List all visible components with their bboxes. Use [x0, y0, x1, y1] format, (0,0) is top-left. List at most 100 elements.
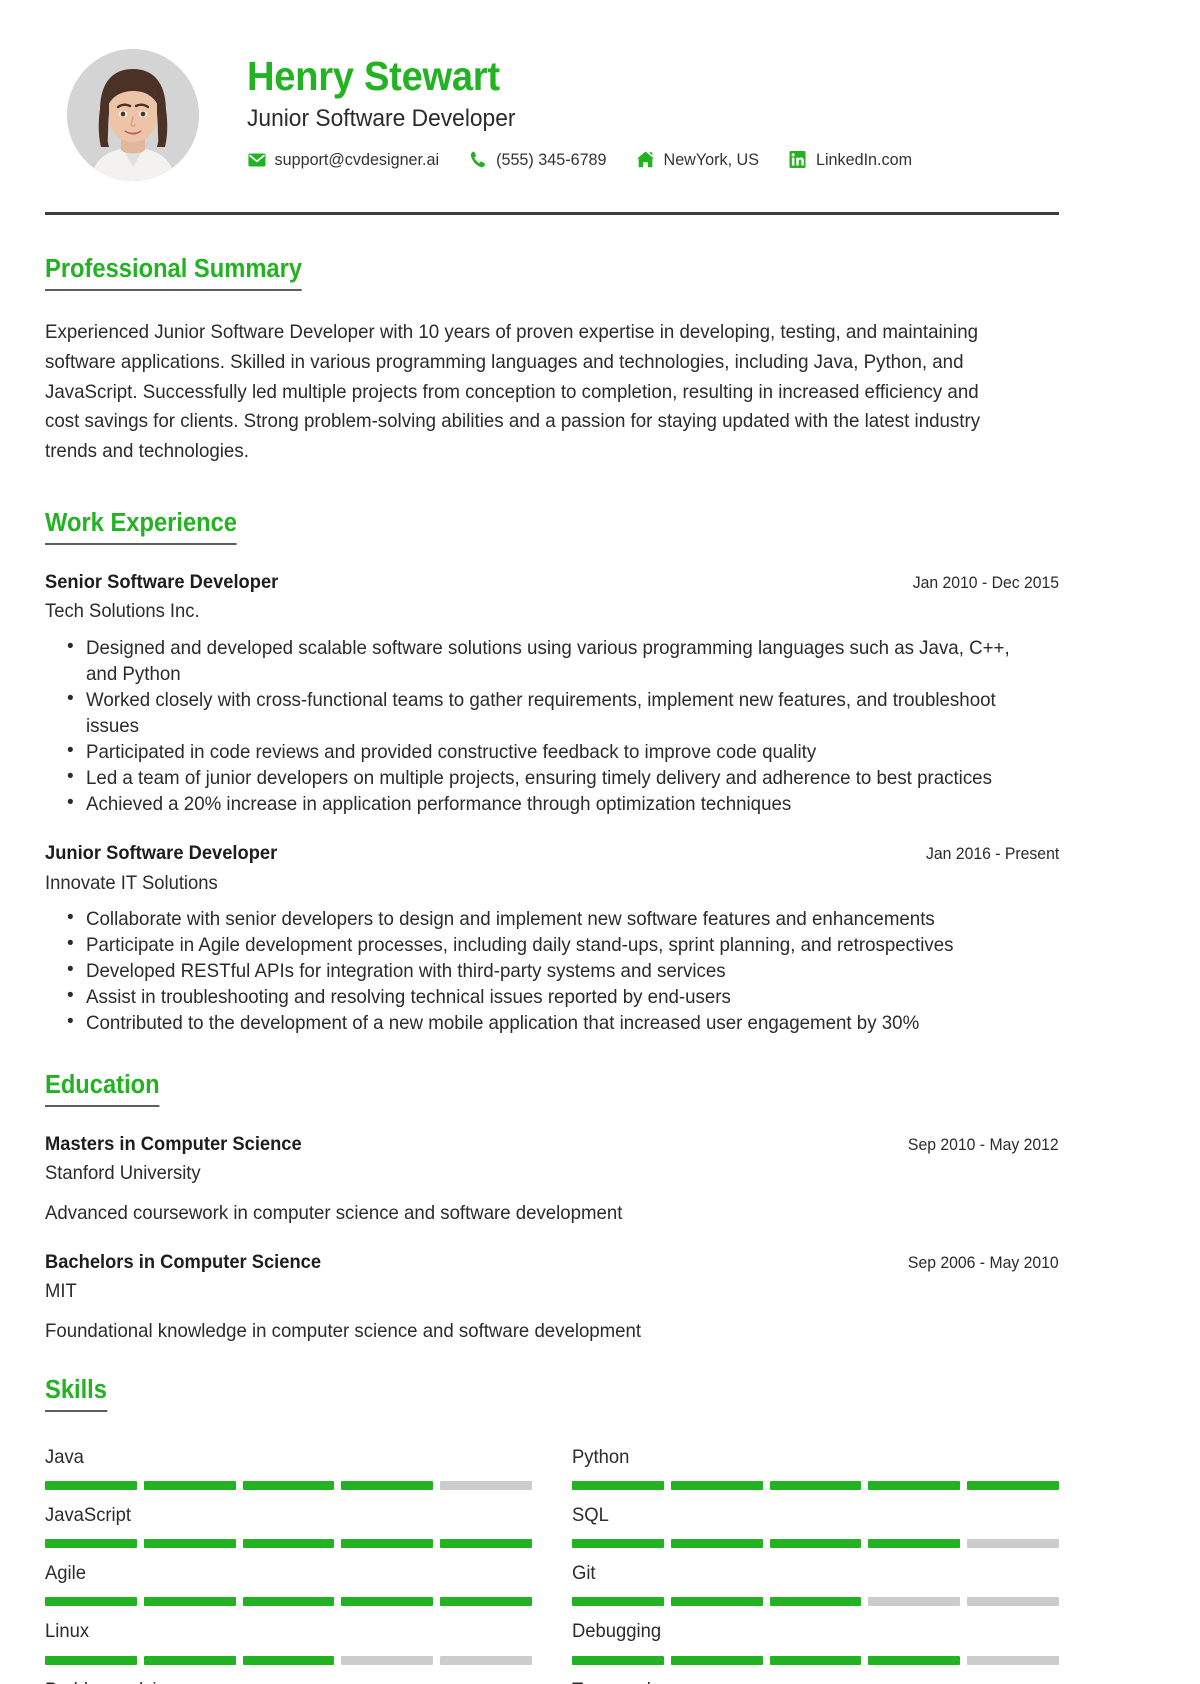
work-entry: Senior Software Developer Jan 2010 - Dec… — [45, 570, 1060, 817]
work-company: Innovate IT Solutions — [45, 871, 218, 894]
list-item: Developed RESTful APIs for integration w… — [67, 957, 1060, 984]
bullet-text: Worked closely with cross-functional tea… — [86, 688, 996, 737]
skill-name: JavaScript — [45, 1503, 132, 1526]
contact-phone[interactable]: (555) 345-6789 — [469, 150, 607, 169]
skill-level-segment — [967, 1480, 1059, 1490]
education-description: Advanced coursework in computer science … — [45, 1201, 623, 1224]
work-position: Senior Software Developer — [45, 570, 279, 593]
contact-email[interactable]: support@cvdesigner.ai — [247, 150, 439, 169]
education-degree: Bachelors in Computer Science — [45, 1250, 322, 1273]
bullet-text: Collaborate with senior developers to de… — [86, 907, 935, 930]
contact-email-text: support@cvdesigner.ai — [274, 150, 440, 170]
bullet-text: Achieved a 20% increase in application p… — [86, 793, 792, 816]
skill-level-segment — [868, 1539, 961, 1549]
skill-level-segment — [440, 1597, 532, 1607]
work-position: Junior Software Developer — [45, 842, 278, 865]
skill-level-segment — [769, 1597, 862, 1607]
skill-level-segment — [572, 1655, 664, 1665]
contact-linkedin-text: LinkedIn.com — [815, 150, 913, 170]
skill-level-segment — [341, 1539, 434, 1549]
skill-level-segment — [341, 1480, 434, 1490]
skill-level-segment — [45, 1655, 137, 1665]
skill-level-segment — [440, 1539, 532, 1549]
skill-level-bar — [45, 1597, 532, 1607]
skill-name: Debugging — [572, 1620, 662, 1643]
home-icon — [636, 150, 655, 169]
skill-level-bar — [572, 1597, 1059, 1607]
contact-linkedin[interactable]: LinkedIn.com — [788, 150, 912, 169]
skill-level-segment — [440, 1480, 532, 1490]
skill-name: Teamwork — [572, 1679, 1035, 1684]
section-education: Education Masters in Computer Science Se… — [45, 1072, 1060, 1343]
skill-item: Debugging — [572, 1606, 1059, 1665]
education-date: Sep 2010 - May 2012 — [908, 1135, 1059, 1155]
skill-level-segment — [341, 1597, 434, 1607]
skill-name: SQL — [572, 1503, 609, 1526]
skill-item: Problem-solving — [45, 1665, 532, 1684]
work-date: Jan 2016 - Present — [925, 844, 1059, 864]
work-bullets: Designed and developed scalable software… — [45, 634, 1060, 818]
skill-level-segment — [242, 1539, 335, 1549]
skill-level-bar — [572, 1539, 1059, 1549]
bullet-text: Assist in troubleshooting and resolving … — [86, 986, 731, 1009]
skill-name: Linux — [45, 1620, 90, 1643]
skill-item: Python — [572, 1432, 1059, 1490]
work-bullets: Collaborate with senior developers to de… — [45, 905, 1060, 1036]
email-icon — [247, 150, 266, 169]
skill-level-segment — [341, 1655, 434, 1665]
education-date: Sep 2006 - May 2010 — [908, 1252, 1059, 1272]
resume-page: Henry Stewart Junior Software Developer … — [0, 0, 1200, 1684]
skill-item: Agile — [45, 1548, 532, 1607]
skill-level-segment — [670, 1480, 763, 1490]
skill-level-segment — [45, 1597, 137, 1607]
skill-level-segment — [868, 1597, 961, 1607]
education-school: MIT — [45, 1280, 77, 1303]
skill-level-segment — [572, 1597, 664, 1607]
work-entry-head: Junior Software Developer Jan 2016 - Pre… — [45, 841, 1059, 865]
education-degree: Masters in Computer Science — [45, 1133, 302, 1156]
skill-level-segment — [143, 1655, 236, 1665]
bullet-text: Contributed to the development of a new … — [86, 1012, 920, 1035]
skill-level-segment — [45, 1480, 137, 1490]
section-title-summary: Professional Summary — [45, 256, 303, 291]
linkedin-icon — [788, 150, 807, 169]
bullet-text: Participate in Agile development process… — [86, 933, 954, 956]
avatar-photo — [67, 49, 199, 181]
education-entry: Masters in Computer Science Sep 2010 - M… — [45, 1132, 1060, 1226]
list-item: Participate in Agile development process… — [67, 931, 1060, 958]
section-title-work: Work Experience — [45, 510, 238, 545]
list-item: Led a team of junior developers on multi… — [67, 764, 1060, 791]
skill-item: Java — [45, 1432, 532, 1490]
skill-level-segment — [572, 1539, 664, 1549]
contact-location[interactable]: NewYork, US — [636, 150, 759, 169]
skill-level-segment — [868, 1480, 961, 1490]
bullet-text: Led a team of junior developers on multi… — [86, 767, 992, 789]
skill-level-segment — [769, 1480, 862, 1490]
education-entry-head: Bachelors in Computer Science Sep 2006 -… — [45, 1250, 1059, 1274]
skill-name: Java — [45, 1445, 84, 1468]
work-entry: Junior Software Developer Jan 2016 - Pre… — [45, 841, 1060, 1036]
skill-level-segment — [967, 1655, 1059, 1665]
skill-level-segment — [242, 1597, 335, 1607]
skill-level-segment — [967, 1597, 1059, 1607]
skill-level-segment — [670, 1597, 763, 1607]
skills-grid: Java Python JavaScript SQL Agile Git Linux Debu… — [45, 1432, 1059, 1684]
section-title-skills: Skills — [45, 1376, 107, 1412]
skill-item: JavaScript — [45, 1490, 532, 1549]
skill-level-bar — [45, 1480, 532, 1490]
contact-phone-text: (555) 345-6789 — [496, 150, 607, 170]
skill-level-segment — [769, 1655, 862, 1665]
list-item: Contributed to the development of a new … — [67, 1009, 1060, 1036]
skill-name: Problem-solving — [45, 1679, 508, 1684]
skill-level-segment — [769, 1539, 862, 1549]
skill-level-segment — [242, 1655, 335, 1665]
bullet-text: Developed RESTful APIs for integration w… — [86, 960, 726, 982]
skill-level-segment — [868, 1655, 961, 1665]
skill-level-segment — [143, 1597, 236, 1607]
skill-level-segment — [967, 1539, 1059, 1549]
section-work-experience: Work Experience Senior Software Develope… — [45, 510, 1060, 1036]
skill-name: Python — [572, 1445, 630, 1468]
bullet-text: Participated in code reviews and provide… — [86, 740, 817, 763]
work-date: Jan 2010 - Dec 2015 — [912, 572, 1059, 592]
section-skills: Skills Java Python JavaScript SQL Agile Git Li… — [45, 1376, 1060, 1684]
